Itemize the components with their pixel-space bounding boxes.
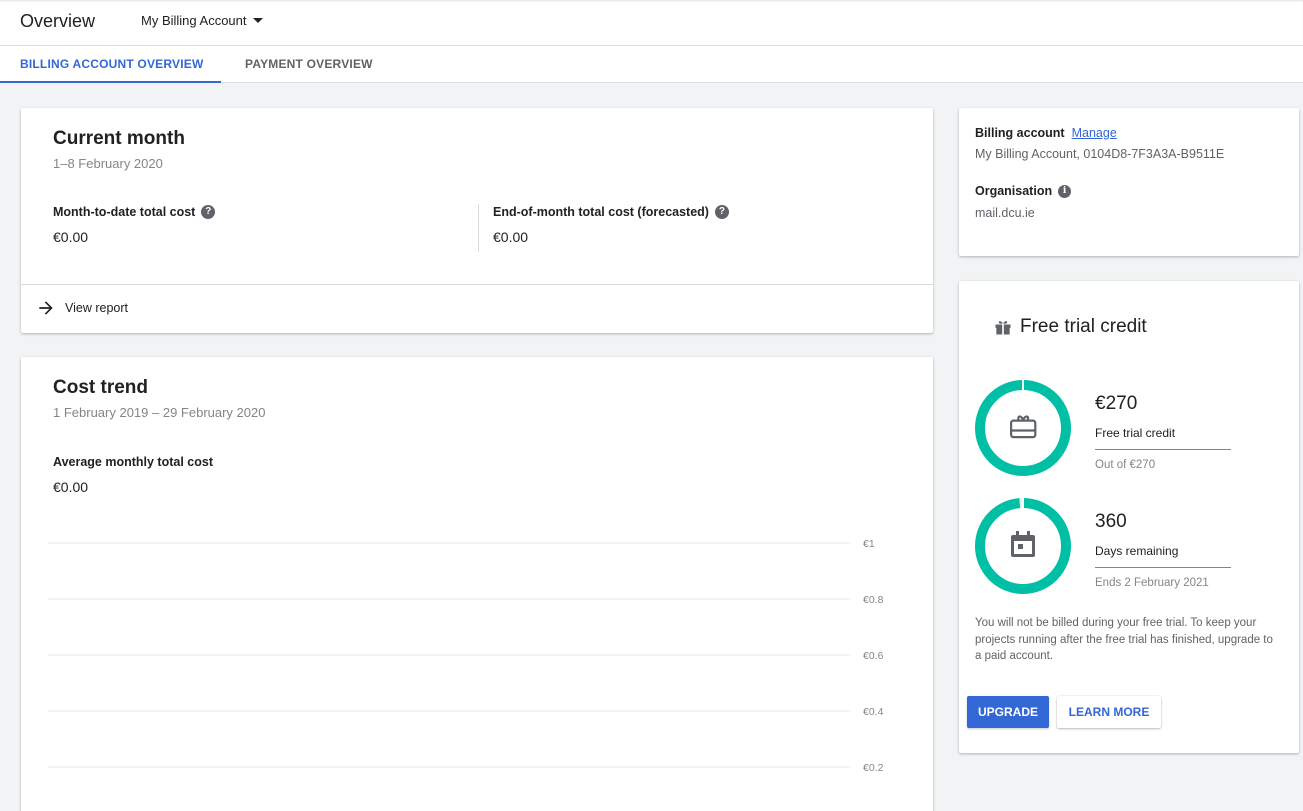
organisation-label: Organisation [975, 184, 1053, 198]
info-icon[interactable]: i [1058, 184, 1072, 198]
help-icon[interactable]: ? [714, 205, 729, 219]
view-report-label: View report [65, 301, 128, 315]
divider [478, 204, 479, 252]
help-icon[interactable]: ? [201, 205, 216, 219]
end-of-month-label: End-of-month total cost (forecasted) [493, 205, 709, 219]
free-trial-note: You will not be billed during your free … [975, 617, 1273, 662]
credit-sub: Out of €270 [1095, 459, 1156, 471]
view-report-link[interactable]: View report [36, 298, 128, 318]
month-to-date-label-row: Month-to-date total cost ? [53, 205, 216, 219]
current-month-date-range: 1–8 February 2020 [53, 156, 163, 171]
tab-payment-overview[interactable]: PAYMENT OVERVIEW [245, 46, 373, 83]
manage-link[interactable]: Manage [1072, 126, 1117, 140]
credit-label: Free trial credit [1095, 426, 1176, 440]
upgrade-button[interactable]: UPGRADE [967, 696, 1049, 728]
y-tick-label: €0.6 [863, 650, 884, 662]
days-sub: Ends 2 February 2021 [1095, 577, 1209, 589]
credit-ring-arc [975, 380, 1071, 476]
organisation-row: Organisation i [975, 184, 1072, 198]
calendar-icon [1011, 531, 1035, 557]
free-trial-title: Free trial credit [1020, 316, 1147, 337]
days-label: Days remaining [1095, 544, 1179, 558]
cost-trend-card: Cost trend 1 February 2019 – 29 February… [21, 357, 933, 811]
cost-trend-chart: €1 €0.8 €0.6 €0.4 €0.2 [48, 538, 884, 774]
current-month-card: Current month 1–8 February 2020 Month-to… [21, 108, 933, 333]
billing-account-selector[interactable]: My Billing Account [141, 13, 263, 28]
caret-down-icon [252, 18, 263, 23]
tab-bar: BILLING ACCOUNT OVERVIEW PAYMENT OVERVIE… [0, 46, 1303, 83]
credit-ring [975, 380, 1071, 476]
credit-amount: €270 [1095, 393, 1138, 414]
billing-account-label: Billing account [975, 126, 1065, 140]
tab-billing-account-overview[interactable]: BILLING ACCOUNT OVERVIEW [0, 46, 221, 83]
free-trial-header: Free trial credit [993, 316, 1147, 338]
current-month-title: Current month [53, 128, 185, 149]
days-underline [1095, 567, 1231, 568]
gift-icon [995, 321, 1011, 335]
y-tick-label: €0.8 [863, 594, 884, 606]
arrow-right-icon [39, 301, 53, 315]
top-bar: Overview My Billing Account [0, 0, 1303, 46]
billing-account-card: Billing account Manage My Billing Accoun… [959, 108, 1299, 256]
y-tick-label: €1 [863, 538, 875, 550]
current-month-footer: View report [21, 284, 933, 333]
month-to-date-label: Month-to-date total cost [53, 205, 196, 219]
page-title: Overview [20, 11, 96, 31]
learn-more-button[interactable]: LEARN MORE [1057, 696, 1161, 728]
end-of-month-label-row: End-of-month total cost (forecasted) ? [493, 205, 729, 219]
billing-account-row: Billing account Manage [975, 126, 1117, 140]
days-ring [975, 498, 1071, 594]
card-icon [1010, 415, 1037, 439]
month-to-date-value: €0.00 [53, 229, 89, 245]
billing-account-selector-label: My Billing Account [141, 13, 247, 28]
days-amount: 360 [1095, 511, 1127, 532]
free-trial-card: Free trial credit €270 Free trial credit… [959, 281, 1299, 753]
end-of-month-value: €0.00 [493, 229, 529, 245]
credit-underline [1095, 449, 1231, 450]
billing-account-value: My Billing Account, 0104D8-7F3A3A-B9511E [975, 147, 1225, 161]
y-tick-label: €0.4 [863, 706, 884, 718]
y-tick-label: €0.2 [863, 762, 884, 774]
organisation-value: mail.dcu.ie [975, 206, 1035, 220]
